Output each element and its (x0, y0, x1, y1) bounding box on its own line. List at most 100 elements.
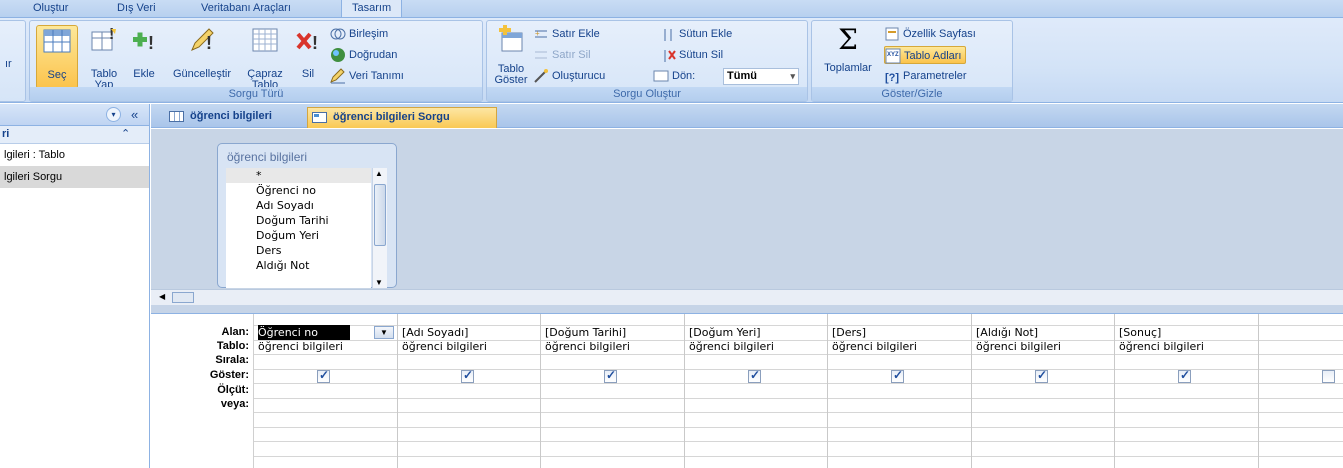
tab-veritabani-araclari[interactable]: Veritabanı Araçları (201, 0, 291, 17)
delete-x-icon: ! (293, 25, 323, 55)
dogrudan-button[interactable]: Doğrudan (330, 46, 397, 64)
tab-tasarim[interactable]: Tasarım (341, 0, 403, 18)
sil-button[interactable]: ! Sil (292, 25, 324, 80)
doc-tab-table[interactable]: öğrenci bilgileri (165, 107, 278, 128)
svg-text:!: ! (148, 33, 154, 53)
show-checkbox[interactable] (604, 368, 617, 383)
nav-item-query[interactable]: lgileri Sorgu (0, 166, 149, 188)
scroll-left-icon[interactable]: ◀ (159, 292, 165, 301)
row-label-alan: Alan: (221, 326, 250, 338)
scroll-thumb[interactable] (374, 184, 386, 246)
table-cell[interactable]: öğrenci bilgileri (832, 340, 917, 353)
table-cell[interactable]: öğrenci bilgileri (402, 340, 487, 353)
grid-column (1259, 314, 1343, 468)
svg-text:!: ! (206, 33, 212, 53)
olusturucu-label: Oluşturucu (552, 70, 606, 82)
satir-ekle-button[interactable]: + Satır Ekle (533, 25, 600, 43)
table-names-icon: XYZ (885, 48, 901, 64)
field-cell[interactable]: [Aldığı Not] (976, 326, 1038, 339)
sec-button[interactable]: Seç (36, 25, 78, 89)
tablo-adlari-label: Tablo Adları (904, 50, 962, 62)
doc-tab-query-label: öğrenci bilgileri Sorgu (333, 111, 450, 123)
sutun-ekle-button[interactable]: Sütun Ekle (660, 25, 732, 43)
svg-text:[?]: [?] (885, 72, 899, 84)
veri-tanimi-label: Veri Tanımı (349, 70, 404, 82)
pane-splitter[interactable] (151, 305, 1343, 314)
sorgu-olustur-label: Sorgu Oluştur (487, 87, 807, 101)
show-checkbox[interactable] (461, 368, 474, 383)
sutun-sil-label: Sütun Sil (679, 49, 724, 61)
table-cell[interactable]: öğrenci bilgileri (258, 340, 343, 353)
field-cell[interactable]: [Ders] (832, 326, 866, 339)
show-checkbox[interactable] (891, 368, 904, 383)
row-label-olcut: Ölçüt: (217, 384, 249, 396)
show-checkbox[interactable] (1178, 368, 1191, 383)
grid-column: [Aldığı Not] öğrenci bilgileri (972, 314, 1115, 468)
delete-row-icon (533, 47, 549, 63)
field-cell[interactable]: [Doğum Yeri] (689, 326, 761, 339)
capraz-tablo-button[interactable]: Çapraz Tablo (242, 25, 288, 91)
goster-gizle-label: Göster/Gizle (812, 87, 1012, 101)
parametreler-button[interactable]: [?] Parametreler (884, 67, 967, 85)
svg-text:!: ! (109, 26, 114, 43)
field-list-window[interactable]: öğrenci bilgileri * Öğrenci no Adı Soyad… (217, 143, 397, 288)
table-cell[interactable]: öğrenci bilgileri (689, 340, 774, 353)
field-list-scrollbar[interactable]: ▲ ▼ (372, 168, 387, 288)
ekle-button[interactable]: ! Ekle (128, 25, 160, 80)
table-cell[interactable]: öğrenci bilgileri (545, 340, 630, 353)
tablo-adlari-button[interactable]: XYZ Tablo Adları (884, 46, 967, 64)
nav-group-header[interactable]: ri ⌃ (0, 126, 149, 144)
table-design-area: öğrenci bilgileri * Öğrenci no Adı Soyad… (151, 129, 1343, 289)
scroll-up-icon[interactable]: ▲ (375, 169, 383, 178)
field-cell[interactable]: [Adı Soyadı] (402, 326, 468, 339)
nav-item-table[interactable]: lgileri : Tablo (0, 144, 149, 166)
field-list-item[interactable]: Doğum Tarihi (226, 213, 371, 228)
horizontal-scrollbar[interactable]: ◀ (151, 289, 1343, 305)
doc-tab-query[interactable]: öğrenci bilgileri Sorgu (307, 107, 497, 128)
show-checkbox[interactable] (1322, 370, 1335, 383)
tablo-goster-button[interactable]: Tablo Göster (491, 25, 531, 86)
field-list-item[interactable]: Ders (226, 243, 371, 258)
tab-dis-veri[interactable]: Dış Veri (117, 0, 156, 17)
field-cell[interactable]: [Sonuç] (1119, 326, 1161, 339)
tab-olustur[interactable]: Oluştur (33, 0, 68, 17)
grid-column: [Ders] öğrenci bilgileri (828, 314, 972, 468)
ribbon-group-sorgu-olustur: Tablo Göster + Satır Ekle Satır Sil Oluşt… (486, 20, 808, 102)
table-cell[interactable]: öğrenci bilgileri (1119, 340, 1204, 353)
show-checkbox[interactable] (317, 368, 330, 383)
sutun-sil-button[interactable]: Sütun Sil (660, 46, 723, 64)
cut-button-label[interactable]: ır (5, 55, 12, 73)
scroll-down-icon[interactable]: ▼ (375, 278, 383, 287)
field-list-item[interactable]: Doğum Yeri (226, 228, 371, 243)
table-cell[interactable]: öğrenci bilgileri (976, 340, 1061, 353)
show-checkbox[interactable] (748, 368, 761, 383)
show-checkbox[interactable] (1035, 368, 1048, 383)
olusturucu-button[interactable]: Oluşturucu (533, 67, 605, 85)
veri-tanimi-button[interactable]: Veri Tanımı (330, 67, 404, 85)
nav-collapse-button[interactable]: « (131, 107, 138, 122)
chevron-up-icon[interactable]: ⌃ (121, 127, 130, 140)
make-table-icon: ! (89, 25, 119, 55)
ozellik-sayfasi-button[interactable]: Özellik Sayfası (884, 25, 976, 43)
nav-menu-button[interactable]: ▾ (106, 107, 121, 122)
tablo-yap-button[interactable]: ! Tablo Yap (86, 25, 122, 91)
svg-text:XYZ: XYZ (887, 52, 899, 58)
field-list-item[interactable]: Aldığı Not (226, 258, 371, 273)
don-control: Dön: (653, 67, 695, 85)
field-cell[interactable]: Öğrenci no (258, 326, 318, 339)
hscroll-thumb[interactable] (172, 292, 194, 303)
svg-text:!: ! (312, 33, 318, 53)
row-label-sirala: Sırala: (215, 354, 249, 366)
toplamlar-button[interactable]: Σ Toplamlar (818, 25, 878, 74)
grid-column: [Adı Soyadı] öğrenci bilgileri (398, 314, 541, 468)
field-list-item[interactable]: Adı Soyadı (226, 198, 371, 213)
guncellestir-button[interactable]: ! Güncelleştir (166, 25, 238, 80)
field-list-item[interactable]: Öğrenci no (226, 183, 371, 198)
don-select[interactable]: Tümü ▾ (723, 68, 799, 85)
data-definition-icon (330, 68, 346, 84)
birlesim-button[interactable]: Birleşim (330, 25, 388, 43)
satir-sil-button: Satır Sil (533, 46, 591, 64)
field-cell[interactable]: [Doğum Tarihi] (545, 326, 626, 339)
field-list-item[interactable]: * (226, 168, 371, 183)
field-dropdown-button[interactable]: ▼ (374, 326, 394, 339)
